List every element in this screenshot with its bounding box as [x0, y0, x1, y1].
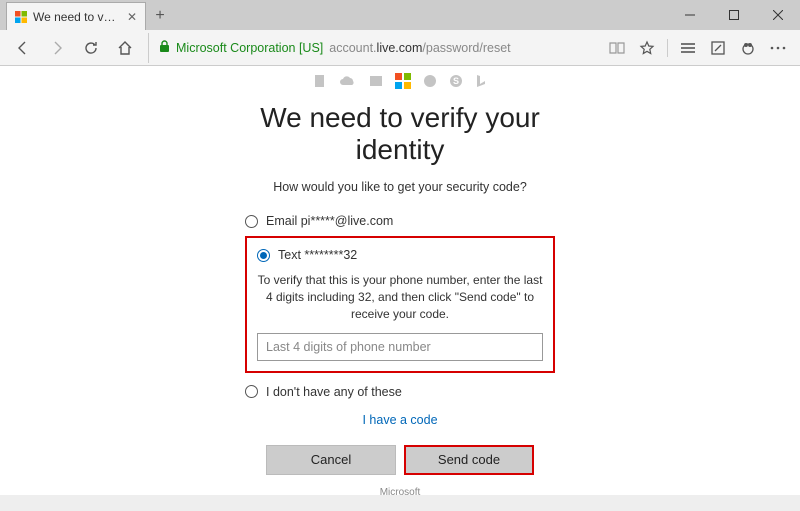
radio-icon — [245, 215, 258, 228]
option-text[interactable]: Text ********32 — [257, 244, 543, 266]
option-email-label: Email pi*****@live.com — [266, 214, 393, 228]
send-code-button[interactable]: Send code — [404, 445, 534, 475]
browser-tab[interactable]: We need to verify your ✕ — [6, 2, 146, 30]
service-icons-row: S — [190, 72, 610, 90]
office-icon — [313, 74, 327, 88]
maximize-button[interactable] — [712, 0, 756, 30]
verify-help-text: To verify that this is your phone number… — [257, 272, 543, 322]
webnote-icon[interactable] — [704, 33, 732, 63]
heading-line-2: identity — [356, 134, 445, 165]
tab-title: We need to verify your — [33, 10, 121, 24]
ms-logo-icon — [15, 11, 27, 23]
bing-icon — [475, 74, 487, 88]
option-email[interactable]: Email pi*****@live.com — [245, 210, 555, 232]
skype-icon: S — [449, 74, 463, 88]
page-heading: We need to verify your identity — [190, 102, 610, 166]
option-none[interactable]: I don't have any of these — [245, 381, 555, 403]
radio-icon — [245, 385, 258, 398]
share-icon[interactable] — [734, 33, 762, 63]
forward-button[interactable] — [42, 33, 72, 63]
heading-line-1: We need to verify your — [260, 102, 540, 133]
radio-icon — [257, 249, 270, 262]
window-titlebar: We need to verify your ✕ + — [0, 0, 800, 30]
refresh-button[interactable] — [76, 33, 106, 63]
option-none-label: I don't have any of these — [266, 385, 402, 399]
favorite-icon[interactable] — [633, 33, 661, 63]
address-bar[interactable]: Microsoft Corporation [US] account. live… — [148, 33, 595, 63]
outlook-icon — [369, 74, 383, 88]
onedrive-icon — [339, 75, 357, 87]
page-content: S We need to verify your identity How wo… — [0, 66, 800, 495]
window-bottom-bar — [0, 495, 800, 511]
lock-icon — [159, 40, 170, 56]
home-button[interactable] — [110, 33, 140, 63]
footer-brand: Microsoft — [190, 487, 610, 495]
tab-close-icon[interactable]: ✕ — [127, 10, 137, 24]
prompt-text: How would you like to get your security … — [190, 180, 610, 194]
xbox-icon — [423, 74, 437, 88]
cert-label: Microsoft Corporation [US] — [176, 41, 323, 55]
close-button[interactable] — [756, 0, 800, 30]
option-text-label: Text ********32 — [278, 248, 357, 262]
highlighted-text-option: Text ********32 To verify that this is y… — [245, 236, 555, 372]
url-host-prefix: account. — [329, 41, 376, 55]
ms-logo-icon — [395, 73, 411, 89]
more-icon[interactable] — [764, 33, 792, 63]
url-host: live.com — [377, 41, 423, 55]
cancel-button[interactable]: Cancel — [266, 445, 396, 475]
url-path: /password/reset — [422, 41, 510, 55]
hub-icon[interactable] — [674, 33, 702, 63]
browser-toolbar: Microsoft Corporation [US] account. live… — [0, 30, 800, 66]
new-tab-button[interactable]: + — [146, 2, 174, 30]
back-button[interactable] — [8, 33, 38, 63]
phone-last4-input[interactable] — [257, 333, 543, 361]
have-code-link[interactable]: I have a code — [362, 413, 437, 427]
reading-view-icon[interactable] — [603, 33, 631, 63]
svg-text:S: S — [453, 76, 459, 86]
minimize-button[interactable] — [668, 0, 712, 30]
